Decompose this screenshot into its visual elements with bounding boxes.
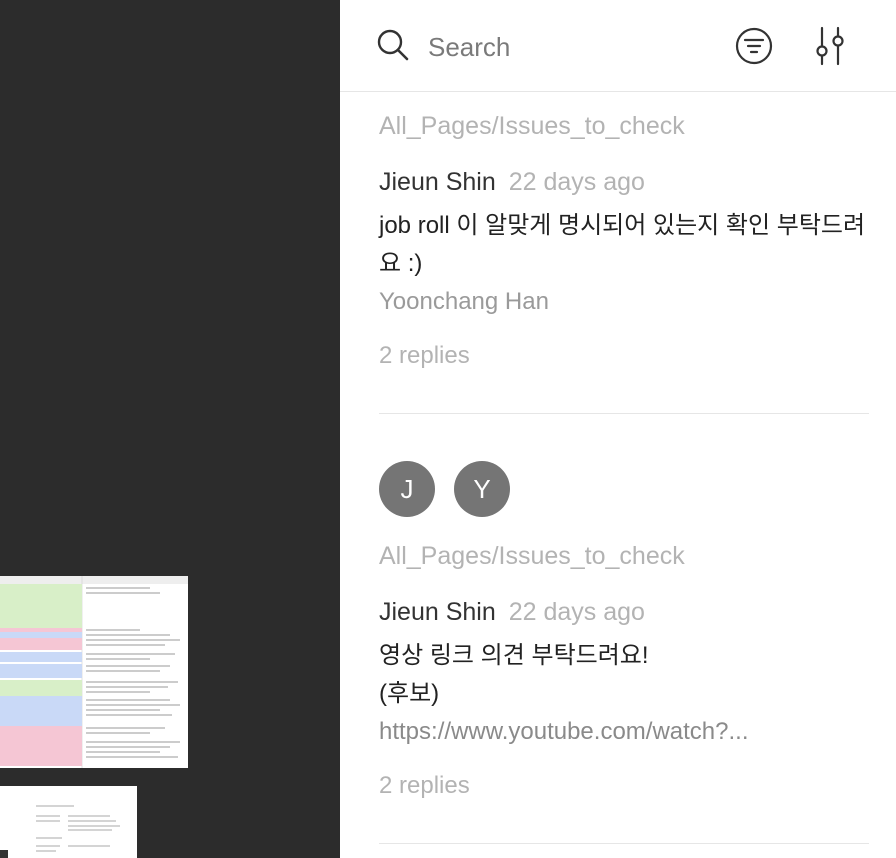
- spreadsheet-thumbnail[interactable]: [0, 576, 188, 768]
- author-name: Jieun Shin: [379, 598, 496, 626]
- avatar: Y: [454, 461, 510, 517]
- comment-text: job roll 이 알맞게 명시되어 있는지 확인 부탁드려요 :): [379, 212, 866, 277]
- author-name: Jieun Shin: [379, 168, 496, 196]
- thread-header: Jieun Shin 22 days ago: [379, 595, 869, 629]
- participant-avatars: J Y: [379, 461, 869, 517]
- canvas-area[interactable]: [0, 0, 340, 858]
- comment-timestamp: 22 days ago: [508, 598, 645, 626]
- comment-thread-list: All_Pages/Issues_to_check Jieun Shin 22 …: [379, 92, 869, 844]
- sliders-icon[interactable]: [810, 24, 850, 68]
- comment-text: (후보): [379, 680, 440, 707]
- comment-timestamp: 22 days ago: [508, 168, 645, 196]
- search-bar: [340, 0, 896, 92]
- search-icon: [377, 29, 409, 61]
- comment-text: 영상 링크 의견 부탁드려요!: [379, 642, 649, 669]
- filter-icon[interactable]: [734, 26, 774, 66]
- comment-link[interactable]: https://www.youtube.com/watch?...: [379, 713, 869, 751]
- thread-page-path: All_Pages/Issues_to_check: [379, 542, 685, 570]
- comments-panel: All_Pages/Issues_to_check Jieun Shin 22 …: [340, 0, 896, 858]
- replies-link[interactable]: 2 replies: [379, 769, 869, 803]
- search-input[interactable]: [426, 26, 690, 68]
- comment-thread[interactable]: J Y All_Pages/Issues_to_check Jieun Shin…: [379, 414, 869, 844]
- mention: Yoonchang Han: [379, 288, 549, 315]
- replies-link[interactable]: 2 replies: [379, 339, 869, 373]
- avatar: J: [379, 461, 435, 517]
- document-thumbnail[interactable]: [0, 786, 137, 858]
- divider: [379, 843, 869, 844]
- thread-header: Jieun Shin 22 days ago: [379, 165, 869, 199]
- thread-page-path: All_Pages/Issues_to_check: [379, 112, 685, 140]
- comment-thread[interactable]: All_Pages/Issues_to_check Jieun Shin 22 …: [379, 92, 869, 414]
